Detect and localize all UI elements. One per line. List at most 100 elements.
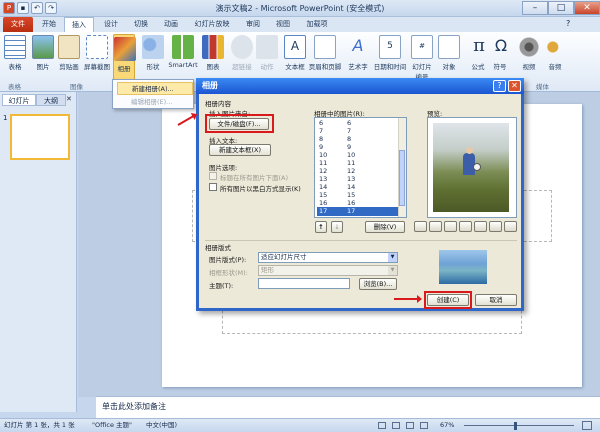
highlight-box xyxy=(424,291,472,309)
new-textbox-button[interactable]: 新建文本框(X) xyxy=(209,144,271,156)
clipart-button[interactable]: 剪贴画 xyxy=(56,35,82,71)
slideshow-view-icon[interactable] xyxy=(420,422,428,429)
group-label-tables: 表格 xyxy=(8,83,21,91)
tab-file[interactable]: 文件 xyxy=(3,17,33,32)
listbox-scroll-thumb[interactable] xyxy=(399,150,405,206)
window-title: 演示文稿2 - Microsoft PowerPoint (安全模式) xyxy=(215,4,385,13)
menu-new-album[interactable]: 新建相册(A)... xyxy=(117,82,193,95)
picture-button[interactable]: 图片 xyxy=(32,35,54,71)
audio-button[interactable]: 音频 xyxy=(544,35,566,71)
status-bar: 幻灯片 第 1 张，共 1 张 "Office 主题" 中文(中国) 67% xyxy=(0,418,600,432)
tab-insert[interactable]: 插入 xyxy=(64,17,94,32)
textbox-button[interactable]: A 文本框 xyxy=(284,35,306,71)
captions-checkbox[interactable] xyxy=(209,172,217,180)
header-footer-button[interactable]: 页眉和页脚 xyxy=(306,35,344,71)
tab-review[interactable]: 审阅 xyxy=(240,17,266,32)
notes-pane[interactable]: 单击此处添加备注 xyxy=(96,396,600,418)
table-icon xyxy=(4,35,26,59)
wordart-button[interactable]: A 艺术字 xyxy=(346,35,370,71)
move-up-button[interactable]: ↑ xyxy=(315,221,327,233)
object-button[interactable]: 对象 xyxy=(438,35,460,71)
hyperlink-button[interactable]: 超链接 xyxy=(230,35,254,71)
reading-view-icon[interactable] xyxy=(406,422,414,429)
slide-counter: 幻灯片 第 1 张，共 1 张 xyxy=(4,421,75,429)
brightness-down-icon[interactable] xyxy=(489,221,502,232)
tab-slideshow[interactable]: 幻灯片放映 xyxy=(188,17,236,32)
shapes-icon xyxy=(142,35,164,59)
tab-outline[interactable]: 大纲 xyxy=(36,94,66,106)
slide-number-button[interactable]: # 幻灯片编号 xyxy=(410,35,434,81)
equation-button[interactable]: π 公式 xyxy=(468,35,488,71)
brightness-up-icon[interactable] xyxy=(474,221,487,232)
rotate-right-icon[interactable] xyxy=(429,221,442,232)
contrast-up-icon[interactable] xyxy=(444,221,457,232)
album-icon xyxy=(114,37,136,61)
menu-edit-album[interactable]: 编辑相册(E)... xyxy=(117,96,193,109)
section-layout-label: 相册版式 xyxy=(205,244,231,252)
child-head xyxy=(466,147,473,154)
album-button[interactable]: 相册 xyxy=(113,34,136,80)
browse-button[interactable]: 浏览(B)... xyxy=(359,278,397,290)
clipart-icon xyxy=(58,35,80,59)
contrast-down-icon[interactable] xyxy=(459,221,472,232)
tab-transitions[interactable]: 切换 xyxy=(128,17,154,32)
list-item-selected[interactable]: 17 17 xyxy=(317,207,400,216)
picture-icon xyxy=(32,35,54,59)
minimize-button[interactable]: – xyxy=(522,1,548,15)
theme-input[interactable] xyxy=(258,278,350,289)
zoom-slider[interactable] xyxy=(464,425,574,426)
slide-number-icon: # xyxy=(411,35,433,59)
close-window-button[interactable]: ✕ xyxy=(574,1,600,15)
brightness-reset-icon[interactable] xyxy=(504,221,517,232)
frame-shape-select[interactable]: 矩形 ▼ xyxy=(258,265,398,276)
theme-name: "Office 主题" xyxy=(92,421,133,429)
tab-addins[interactable]: 加载项 xyxy=(300,17,334,32)
pi-icon: π xyxy=(473,35,485,56)
chart-button[interactable]: 图表 xyxy=(202,35,224,71)
smartart-button[interactable]: SmartArt xyxy=(168,35,198,69)
sorter-view-icon[interactable] xyxy=(392,422,400,429)
album-dropdown-menu: 新建相册(A)... 编辑相册(E)... xyxy=(112,79,194,109)
picture-options-label: 图片选项: xyxy=(209,164,238,172)
remove-button[interactable]: 删除(V) xyxy=(365,221,405,233)
pictures-listbox[interactable]: 66 77 88 99 10 10 11 11 12 12 13 13 14 14 15 1… xyxy=(314,117,407,218)
tab-animations[interactable]: 动画 xyxy=(158,17,184,32)
textbox-icon: A xyxy=(284,35,306,59)
cancel-button[interactable]: 取消 xyxy=(475,294,517,306)
rotate-left-icon[interactable] xyxy=(414,221,427,232)
screenshot-button[interactable]: 屏幕截图 xyxy=(82,35,112,71)
move-down-button[interactable]: ↓ xyxy=(331,221,343,233)
datetime-button[interactable]: 5 日期和时间 xyxy=(372,35,408,71)
speaker-icon xyxy=(544,35,566,59)
maximize-button[interactable]: □ xyxy=(548,1,574,15)
table-button[interactable]: 表格 xyxy=(4,35,26,71)
slide-number: 1 xyxy=(3,114,8,122)
video-button[interactable]: 视频 xyxy=(518,35,540,71)
shapes-button[interactable]: 形状 xyxy=(142,35,164,71)
normal-view-icon[interactable] xyxy=(378,422,386,429)
bw-label: 所有图片以黑白方式显示(K) xyxy=(220,185,301,193)
tab-home[interactable]: 开始 xyxy=(36,17,62,32)
zoom-level[interactable]: 67% xyxy=(440,419,454,432)
dialog-title: 相册 xyxy=(196,78,524,94)
slides-pane: 幻灯片 大纲 ✕ 1 xyxy=(0,92,77,412)
tab-design[interactable]: 设计 xyxy=(98,17,124,32)
help-icon[interactable]: ? xyxy=(493,80,506,92)
picture-layout-label: 图片版式(P): xyxy=(209,256,247,264)
section-content-label: 相册内容 xyxy=(205,100,231,108)
bw-checkbox[interactable] xyxy=(209,183,217,191)
wordart-icon: A xyxy=(352,36,364,55)
zoom-slider-thumb[interactable] xyxy=(514,422,517,430)
fit-window-icon[interactable] xyxy=(582,421,592,430)
close-pane-icon[interactable]: ✕ xyxy=(66,95,72,103)
help-icon[interactable]: ? xyxy=(566,19,570,28)
symbol-button[interactable]: Ω 符号 xyxy=(490,35,510,71)
tab-view[interactable]: 视图 xyxy=(270,17,296,32)
picture-layout-select[interactable]: 适应幻灯片尺寸 ▼ xyxy=(258,252,398,263)
slide-thumbnail[interactable] xyxy=(10,114,70,160)
action-button[interactable]: 动作 xyxy=(256,35,278,71)
annotation-arrow xyxy=(394,295,422,303)
language[interactable]: 中文(中国) xyxy=(146,419,177,432)
tab-slides[interactable]: 幻灯片 xyxy=(2,94,36,106)
close-icon[interactable]: ✕ xyxy=(508,80,521,92)
